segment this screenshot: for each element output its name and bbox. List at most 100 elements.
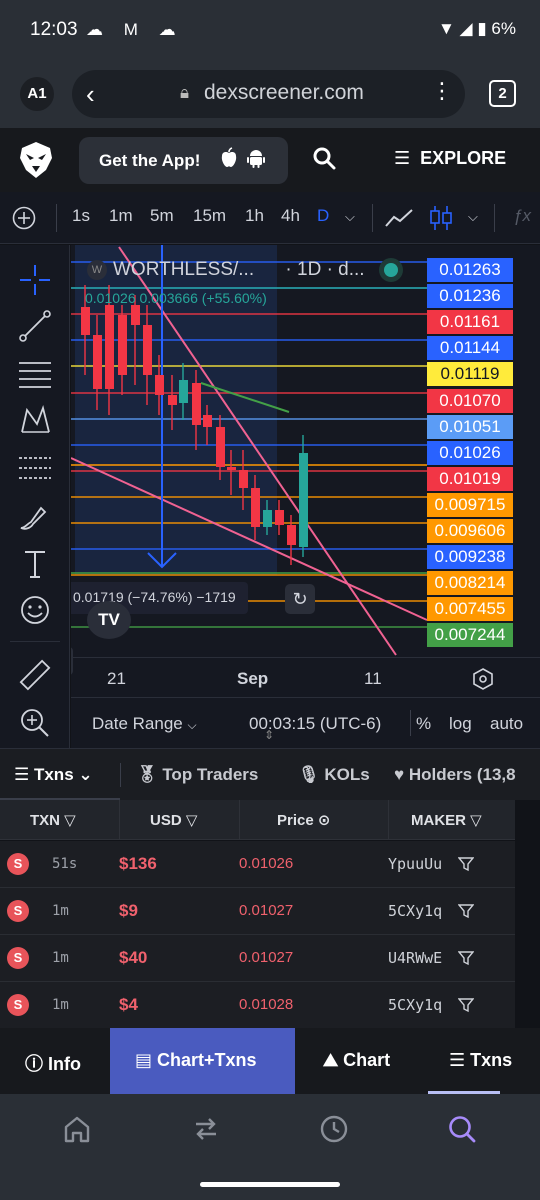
ruler-icon[interactable] xyxy=(17,657,53,693)
filter-icon[interactable] xyxy=(458,856,474,872)
line-chart-type-icon[interactable] xyxy=(384,206,416,230)
url-text[interactable]: dexscreener.com xyxy=(204,81,364,105)
price-label: 0.01144 xyxy=(427,336,513,360)
interval-15m[interactable]: 15m xyxy=(193,206,226,226)
trend-line-icon[interactable] xyxy=(17,308,53,344)
column-header-usd[interactable]: USD ▽ xyxy=(150,811,197,829)
interval-1s[interactable]: 1s xyxy=(72,206,90,226)
tradingview-logo-icon[interactable]: TV xyxy=(87,601,131,639)
dexscreener-logo-icon[interactable] xyxy=(18,140,54,180)
tab-txns-app[interactable]: ☰ Txns xyxy=(425,1028,540,1094)
txn-usd: $4 xyxy=(119,995,138,1014)
explore-label: EXPLORE xyxy=(420,148,507,168)
table-row[interactable]: S 1m $4 0.01028 5CXy1q xyxy=(0,982,540,1029)
interval-4h[interactable]: 4h xyxy=(281,206,300,226)
time-axis[interactable]: 21 Sep 11 xyxy=(71,657,540,697)
resize-handle-icon[interactable]: ⇕ xyxy=(264,729,274,741)
back-icon[interactable]: ‹ xyxy=(86,79,95,110)
tab-holders[interactable]: ♥ Holders (13,8 xyxy=(394,765,516,785)
tab-txns[interactable]: ☰ Txns ⌄ xyxy=(14,765,93,785)
address-bar[interactable]: ‹ 🔒︎ dexscreener.com ⋮ xyxy=(72,70,465,118)
tab-top-traders[interactable]: 🏅︎ Top Traders xyxy=(136,765,258,785)
tab-info[interactable]: ⓘ Info xyxy=(0,1028,110,1094)
filter-icon[interactable] xyxy=(458,903,474,919)
auto-scale-icon[interactable] xyxy=(471,667,495,691)
zoom-in-icon[interactable] xyxy=(17,705,53,741)
interval-5m[interactable]: 5m xyxy=(150,206,174,226)
candle-body xyxy=(118,315,127,375)
horizontal-lines-icon[interactable] xyxy=(17,355,53,391)
pattern-tool-icon[interactable] xyxy=(17,402,53,438)
emoji-icon[interactable] xyxy=(17,592,53,628)
txn-maker[interactable]: 5CXy1q xyxy=(388,902,442,920)
wifi-icon: ▼ xyxy=(437,19,455,38)
overflow-menu-icon[interactable]: ⋮ xyxy=(431,78,453,104)
explore-menu-button[interactable]: ☰ EXPLORE xyxy=(394,148,506,169)
txn-usd: $9 xyxy=(119,901,138,920)
txn-age: 1m xyxy=(52,997,69,1013)
tab-chart-txns[interactable]: ▤ Chart+Txns xyxy=(110,1028,295,1094)
txn-maker[interactable]: U4RWwE xyxy=(388,949,442,967)
text-tool-icon[interactable] xyxy=(17,546,53,582)
browser-toolbar: A1 ‹ 🔒︎ dexscreener.com ⋮ 2 xyxy=(0,58,540,128)
gesture-bar[interactable] xyxy=(200,1182,340,1187)
price-chart[interactable]: W WORTHLESS/... · 1D · d... 0.01026 0.003… xyxy=(71,245,540,748)
apple-icon xyxy=(221,147,237,167)
filter-icon[interactable]: ▽ xyxy=(186,812,198,829)
candle-body xyxy=(192,383,201,425)
price-label: 0.009238 xyxy=(427,545,513,569)
filter-icon[interactable]: ▽ xyxy=(64,812,76,829)
txn-maker[interactable]: 5CXy1q xyxy=(388,996,442,1014)
filter-icon[interactable] xyxy=(458,950,474,966)
tab-kols[interactable]: 🎙︎ KOLs xyxy=(298,765,370,785)
interval-dropdown-icon[interactable]: ⌵ xyxy=(345,209,355,225)
list-icon: ☰ xyxy=(449,1050,466,1070)
brush-icon[interactable] xyxy=(17,498,53,534)
price-label: 0.009715 xyxy=(427,493,513,517)
battery-icon: ▮ xyxy=(477,19,487,38)
date-range-button[interactable]: Date Range ⌵ xyxy=(92,714,197,734)
tab-switcher-button[interactable]: 2 xyxy=(489,80,516,107)
search-icon[interactable] xyxy=(447,1114,477,1144)
crosshair-icon[interactable] xyxy=(17,262,53,298)
candle-chart-type-icon[interactable] xyxy=(428,204,454,232)
filter-icon[interactable]: ▽ xyxy=(470,812,482,829)
column-header-maker[interactable]: MAKER ▽ xyxy=(411,811,482,829)
column-header-txn[interactable]: TXN ▽ xyxy=(30,811,76,829)
swap-icon[interactable] xyxy=(191,1114,221,1144)
swap-price-icon[interactable]: ⊙ xyxy=(318,812,331,829)
tab-info-label: Info xyxy=(48,1054,82,1074)
interval-1h[interactable]: 1h xyxy=(245,206,264,226)
txn-usd: $40 xyxy=(119,948,148,967)
search-icon[interactable] xyxy=(312,146,336,170)
reset-chart-icon[interactable]: ↻ xyxy=(285,584,315,614)
txn-price: 0.01027 xyxy=(239,902,294,919)
get-app-label: Get the App! xyxy=(99,151,201,170)
get-app-button[interactable]: Get the App! xyxy=(79,137,288,184)
column-header-price[interactable]: Price ⊙ xyxy=(277,811,330,829)
split-view-icon: ▤ xyxy=(135,1050,153,1070)
txn-maker[interactable]: YpuuUu xyxy=(388,855,442,873)
add-symbol-icon[interactable] xyxy=(12,206,36,230)
txn-age: 1m xyxy=(52,903,69,919)
percent-scale-button[interactable]: % xyxy=(416,714,431,734)
table-row[interactable]: S 1m $40 0.01027 U4RWwE xyxy=(0,935,540,982)
interval-d[interactable]: D xyxy=(317,206,329,226)
txn-price: 0.01028 xyxy=(239,996,294,1013)
history-icon[interactable] xyxy=(319,1114,349,1144)
tab-holders-label: Holders (13,8 xyxy=(408,765,516,784)
fib-retracement-icon[interactable] xyxy=(17,450,53,486)
candle-body xyxy=(216,427,225,467)
log-scale-button[interactable]: log xyxy=(449,714,472,734)
table-row[interactable]: S 1m $9 0.01027 5CXy1q xyxy=(0,888,540,935)
indicators-icon[interactable]: ƒx xyxy=(513,206,531,226)
interval-1m[interactable]: 1m xyxy=(109,206,133,226)
filter-icon[interactable] xyxy=(458,997,474,1013)
auto-scale-button[interactable]: auto xyxy=(490,714,523,734)
profile-avatar[interactable]: A1 xyxy=(20,77,54,111)
txn-age: 1m xyxy=(52,950,69,966)
home-icon[interactable] xyxy=(62,1114,92,1144)
chart-type-dropdown-icon[interactable]: ⌵ xyxy=(468,209,478,225)
table-row[interactable]: S 51s $136 0.01026 YpuuUu xyxy=(0,841,540,888)
tab-chart[interactable]: ⛰ Chart xyxy=(295,1028,425,1094)
